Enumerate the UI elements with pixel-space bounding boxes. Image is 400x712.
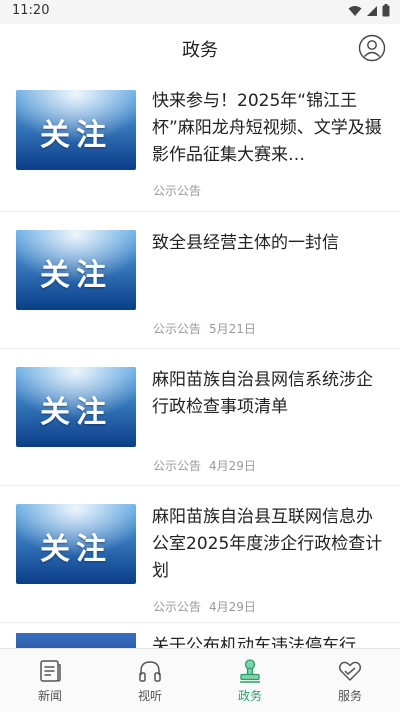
news-thumbnail: 关注	[16, 504, 136, 584]
news-title: 致全县经营主体的一封信	[152, 233, 339, 253]
news-item[interactable]: 关注 麻阳苗族自治县网信系统涉企行政检查事项清单 公示公告 4月29日	[0, 349, 400, 486]
bottom-nav: 新闻 视听 政务 服务	[0, 648, 400, 712]
news-category: 公示公告	[153, 459, 202, 473]
status-bar: 11:20	[0, 0, 400, 24]
thumbnail-label: 关注	[40, 395, 112, 430]
news-date: 4月29日	[209, 459, 256, 473]
app-header: 政务	[0, 24, 400, 72]
news-thumbnail	[16, 633, 136, 648]
news-title: 关于公布机动车违法停车行	[152, 636, 356, 648]
heart-hands-icon	[338, 661, 362, 681]
government-icon	[240, 659, 260, 683]
signal-icon	[367, 5, 377, 16]
nav-item-government[interactable]: 政务	[200, 649, 300, 712]
news-item[interactable]: 关注 快来参与！2025年“锦江王杯”麻阳龙舟短视频、文学及摄影作品征集大赛来……	[0, 72, 400, 212]
news-category: 公示公告	[153, 600, 202, 614]
nav-label: 服务	[337, 689, 362, 703]
news-item[interactable]: 关于公布机动车违法停车行	[0, 623, 400, 648]
news-meta: 公示公告 4月29日	[153, 457, 256, 474]
wifi-icon	[348, 5, 362, 16]
status-icons	[348, 4, 390, 17]
thumbnail-label: 关注	[40, 258, 112, 293]
status-time: 11:20	[12, 3, 50, 18]
news-meta: 公示公告 4月29日	[153, 598, 256, 615]
news-title: 麻阳苗族自治县互联网信息办公室2025年度涉企行政检查计划	[152, 507, 383, 581]
page-title: 政务	[182, 40, 218, 61]
news-list: 关注 快来参与！2025年“锦江王杯”麻阳龙舟短视频、文学及摄影作品征集大赛来……	[0, 72, 400, 648]
thumbnail-label: 关注	[40, 532, 112, 567]
news-meta: 公示公告	[153, 182, 201, 199]
nav-label: 视听	[137, 689, 162, 703]
news-icon	[40, 660, 61, 682]
battery-icon	[382, 4, 390, 17]
news-title: 快来参与！2025年“锦江王杯”麻阳龙舟短视频、文学及摄影作品征集大赛来…	[152, 91, 382, 165]
news-date: 5月21日	[209, 322, 256, 336]
news-thumbnail: 关注	[16, 367, 136, 447]
nav-label: 政务	[237, 689, 262, 703]
news-date: 4月29日	[209, 600, 256, 614]
thumbnail-label: 关注	[40, 118, 112, 153]
news-item[interactable]: 关注 麻阳苗族自治县互联网信息办公室2025年度涉企行政检查计划 公示公告 4月2…	[0, 486, 400, 623]
news-category: 公示公告	[153, 322, 202, 336]
nav-item-services[interactable]: 服务	[300, 649, 400, 712]
nav-label: 新闻	[37, 689, 62, 703]
nav-item-news[interactable]: 新闻	[0, 649, 100, 712]
news-category: 公示公告	[153, 184, 202, 198]
news-item[interactable]: 关注 致全县经营主体的一封信 公示公告 5月21日	[0, 212, 400, 349]
news-meta: 公示公告 5月21日	[153, 320, 256, 337]
user-profile-icon[interactable]	[358, 34, 386, 62]
news-thumbnail: 关注	[16, 90, 136, 170]
headphones-icon	[139, 661, 161, 682]
news-title: 麻阳苗族自治县网信系统涉企行政检查事项清单	[152, 370, 373, 417]
nav-item-media[interactable]: 视听	[100, 649, 200, 712]
news-thumbnail: 关注	[16, 230, 136, 310]
